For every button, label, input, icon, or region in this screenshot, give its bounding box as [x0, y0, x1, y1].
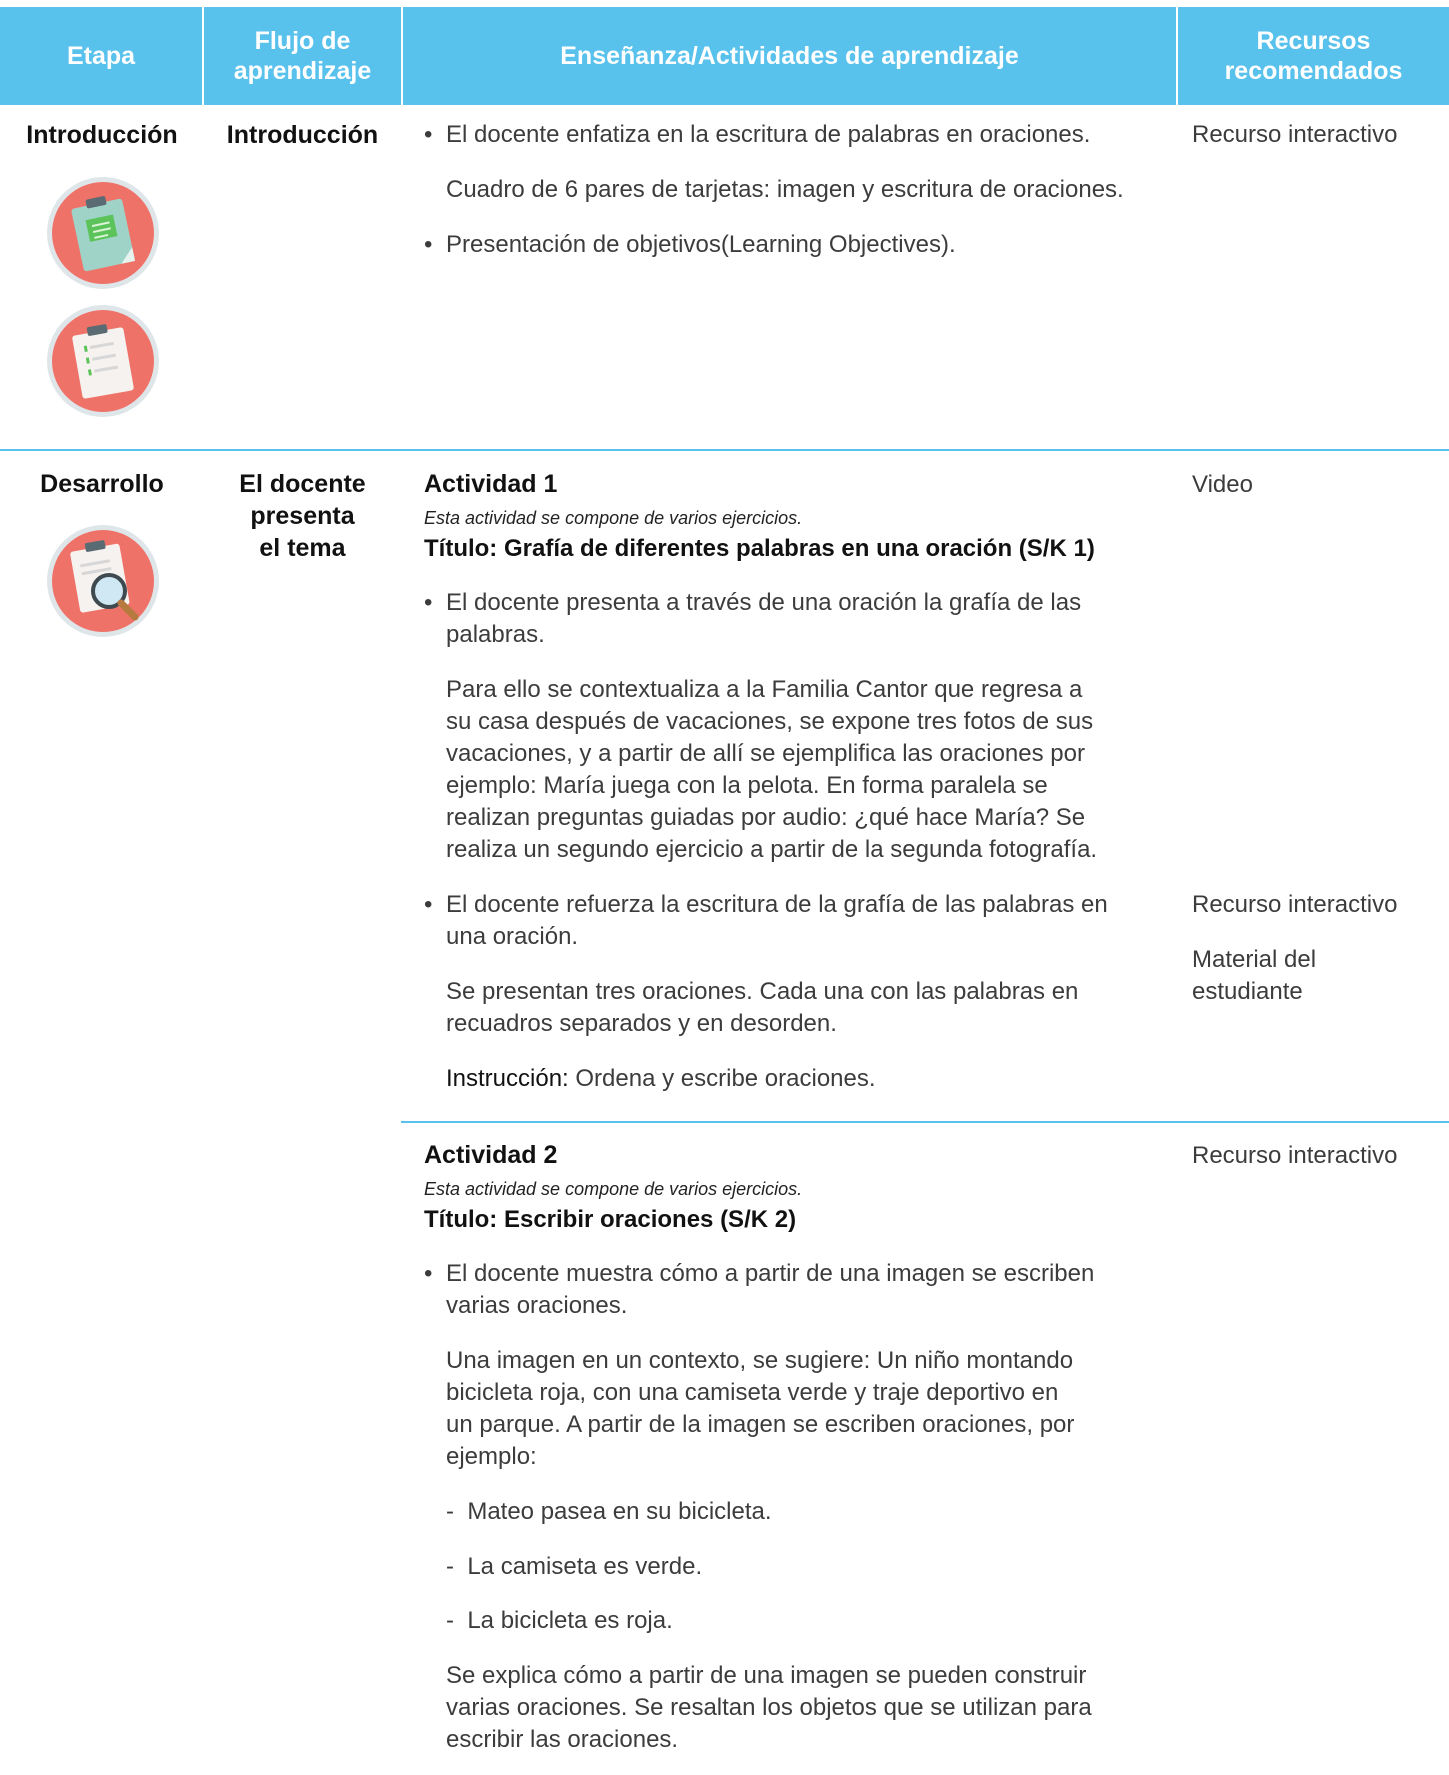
text-line: El docente presenta a través de una orac… [446, 589, 1082, 616]
text-line: una oración. [446, 923, 579, 950]
bullet-dot: • [424, 231, 433, 258]
text-line: su casa después de vacaciones, se expone… [446, 708, 1094, 735]
header-recursos: Recursos recomendados [1178, 7, 1449, 105]
intro-para-1: Cuadro de 6 pares de tarjetas: imagen y … [446, 176, 1124, 203]
text-line: Se explica cómo a partir de una imagen s… [446, 1662, 1087, 1689]
clipboard-checklist-icon [47, 305, 159, 417]
header-recursos-label: Recursos recomendados [1224, 27, 1403, 85]
text-line: recuadros separados y en desorden. [446, 1010, 837, 1037]
section-divider [0, 449, 1449, 451]
activity-1-para-2: Se presentan tres oraciones. Cada una co… [446, 976, 1078, 1040]
activity-1-subtitle: Título: Grafía de diferentes palabras en… [424, 535, 1095, 562]
activity-2-subtitle: Título: Escribir oraciones (S/K 2) [424, 1206, 797, 1233]
activity-1-resource-video: Video [1192, 471, 1253, 498]
example-item: - Mateo pasea en su bicicleta. [446, 1496, 772, 1528]
dash: - [446, 1498, 468, 1525]
activity-1-title: Actividad 1 [424, 470, 558, 498]
text-line: Una imagen en un contexto, se sugiere: U… [446, 1347, 1074, 1374]
activity-2-title: Actividad 2 [424, 1141, 558, 1169]
header-ensenanza: Enseñanza/Actividades de aprendizaje [403, 7, 1176, 105]
example-item: - La camiseta es verde. [446, 1551, 702, 1583]
activity-2-resource: Recurso interactivo [1192, 1142, 1398, 1169]
activity-1-note: Esta actividad se compone de varios ejer… [424, 508, 803, 528]
example-text: La camiseta es verde. [467, 1553, 703, 1580]
activity-2-bullet-1: El docente muestra cómo a partir de una … [446, 1258, 1094, 1322]
intro-resource: Recurso interactivo [1192, 121, 1398, 148]
text-line: Se presentan tres oraciones. Cada una co… [446, 978, 1079, 1005]
intro-stage: Introducción [26, 121, 178, 149]
clipboard-magnifier-icon [47, 525, 159, 637]
text-line: El docente refuerza la escritura de la g… [446, 891, 1108, 918]
activity-1-instruction: Instrucción: Ordena y escribe oraciones. [446, 1063, 876, 1095]
example-text: Mateo pasea en su bicicleta. [467, 1498, 772, 1525]
desarrollo-flow-line: el tema [259, 534, 346, 562]
header-etapa: Etapa [0, 7, 202, 105]
instruction-text: Ordena y escribe oraciones. [568, 1065, 876, 1092]
instruction-label: Instrucción: [446, 1065, 569, 1092]
desarrollo-flow-line: presenta [250, 502, 355, 530]
example-item: - La bicicleta es roja. [446, 1605, 673, 1637]
dash: - [446, 1607, 468, 1634]
dash: - [446, 1553, 468, 1580]
activity-1-resource-material: Material del estudiante [1192, 944, 1316, 1008]
text-line: realiza un segundo ejercicio a partir de… [446, 836, 1098, 863]
clipboard-green-icon [47, 177, 159, 289]
text-line: un parque. A partir de la imagen se escr… [446, 1411, 1075, 1438]
text-line: ejemplo: María juega con la pelota. En f… [446, 772, 1048, 799]
activity-1-resource-interactive: Recurso interactivo [1192, 891, 1398, 918]
example-text: La bicicleta es roja. [467, 1607, 673, 1634]
text-line: varias oraciones. [446, 1292, 628, 1319]
intro-flow: Introducción [226, 121, 379, 149]
activity-1-para-1: Para ello se contextualiza a la Familia … [446, 674, 1097, 866]
header-flujo-label: Flujo de aprendizaje [233, 27, 372, 85]
text-line: escribir las oraciones. [446, 1726, 679, 1753]
text-line: ejemplo: [446, 1443, 537, 1470]
header-flujo: Flujo de aprendizaje [204, 7, 401, 105]
text-line: estudiante [1192, 978, 1303, 1005]
text-line: vacaciones, y a partir de allí se ejempl… [446, 740, 1085, 767]
activity-1-bullet-2: El docente refuerza la escritura de la g… [446, 889, 1108, 953]
bullet-dot: • [424, 1260, 433, 1287]
activity-1-bullet-1: El docente presenta a través de una orac… [446, 587, 1081, 651]
desarrollo-stage: Desarrollo [40, 470, 164, 498]
text-line: varias oraciones. Se resaltan los objeto… [446, 1694, 1092, 1721]
bullet-dot: • [424, 121, 433, 148]
text-line: bicicleta roja, con una camiseta verde y… [446, 1379, 1059, 1406]
desarrollo-flow-line: El docente [239, 470, 366, 498]
bullet-dot: • [424, 589, 433, 616]
bullet-dot: • [424, 891, 433, 918]
desarrollo-flow: El docente presenta el tema [204, 468, 401, 564]
text-line: El docente muestra cómo a partir de una … [446, 1260, 1095, 1287]
text-line: realizan preguntas guiadas por audio: ¿q… [446, 804, 1086, 831]
text-line: Material del [1192, 946, 1317, 973]
activity-divider [401, 1121, 1449, 1123]
text-line: palabras. [446, 621, 545, 648]
text-line: Para ello se contextualiza a la Familia … [446, 676, 1083, 703]
intro-bullet-1: El docente enfatiza en la escritura de p… [446, 121, 1091, 148]
intro-bullet-2: Presentación de objetivos(Learning Objec… [446, 231, 956, 258]
activity-2-note: Esta actividad se compone de varios ejer… [424, 1179, 803, 1199]
activity-2-para-2: Se explica cómo a partir de una imagen s… [446, 1660, 1092, 1756]
activity-2-para-1: Una imagen en un contexto, se sugiere: U… [446, 1345, 1074, 1473]
